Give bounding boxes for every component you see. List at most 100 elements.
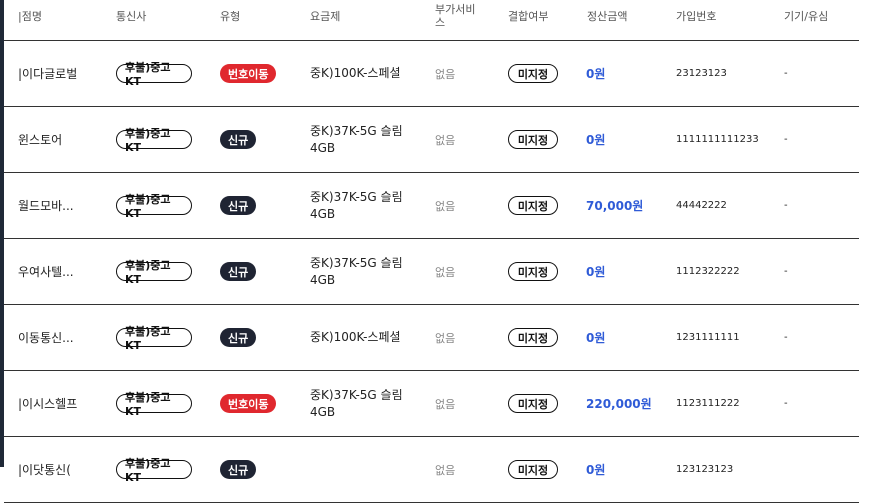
bundle-badge-cell: 미지정 bbox=[508, 173, 558, 238]
carrier-badge: 후불)중고KT bbox=[116, 391, 192, 418]
type-badge: 번호이동 bbox=[220, 64, 277, 83]
carrier-badge: 후불)중고KT bbox=[116, 61, 192, 88]
table-row[interactable]: |이닷통신( 후불)중고KT 신규 없음 미지정 0원 123123123 bbox=[4, 437, 859, 503]
store-name: |이닷통신( bbox=[18, 463, 71, 477]
plan-text: 중K)37K-5G 슬림 4GB bbox=[310, 255, 403, 289]
type-badge: 신규 bbox=[220, 460, 257, 479]
type-badge-cell: 신규 bbox=[220, 107, 257, 172]
header-bundle[interactable]: 결합여부 bbox=[508, 10, 548, 23]
carrier-badge-cell: 후불)중고KT bbox=[116, 107, 192, 172]
bundle-badge: 미지정 bbox=[508, 64, 558, 83]
plan-cell: 중K)100K-스페셜 bbox=[310, 305, 428, 370]
join-number: 1123111222 bbox=[676, 398, 740, 409]
join-number: 44442222 bbox=[676, 200, 727, 211]
table-row[interactable]: |이다글로벌 후불)중고KT 번호이동 중K)100K-스페셜 없음 미지정 0… bbox=[4, 41, 859, 107]
settlement-amount: 0원 bbox=[586, 67, 606, 81]
plan-line2: 4GB bbox=[310, 140, 336, 155]
addon-service: 없음 bbox=[435, 67, 456, 81]
plan-text: 중K)37K-5G 슬림 4GB bbox=[310, 189, 403, 223]
device-sim: - bbox=[784, 200, 788, 211]
type-badge: 신규 bbox=[220, 328, 257, 347]
store-name: 윈스토어 bbox=[18, 133, 63, 147]
plan-cell: 중K)37K-5G 슬림 4GB bbox=[310, 371, 428, 436]
store-name: |이시스헬프 bbox=[18, 397, 78, 411]
settlement-amount: 0원 bbox=[586, 265, 606, 279]
addon-service: 없음 bbox=[435, 199, 456, 213]
header-plan[interactable]: 요금제 bbox=[310, 10, 340, 23]
plan-line2: 4GB bbox=[310, 404, 336, 419]
bundle-badge-cell: 미지정 bbox=[508, 239, 558, 304]
bundle-badge-cell: 미지정 bbox=[508, 437, 558, 502]
type-badge: 신규 bbox=[220, 262, 257, 281]
header-store[interactable]: |점명 bbox=[18, 10, 42, 23]
carrier-badge-cell: 후불)중고KT bbox=[116, 371, 192, 436]
carrier-badge-cell: 후불)중고KT bbox=[116, 305, 192, 370]
carrier-badge: 후불)중고KT bbox=[116, 325, 192, 352]
type-badge-cell: 번호이동 bbox=[220, 41, 277, 106]
store-name: 월드모바... bbox=[18, 199, 74, 213]
carrier-badge: 후불)중고KT bbox=[116, 127, 192, 154]
plan-line1: 중K)100K-스페셜 bbox=[310, 330, 401, 344]
table-row[interactable]: 우여사텔... 후불)중고KT 신규 중K)37K-5G 슬림 4GB 없음 미… bbox=[4, 239, 859, 305]
bundle-badge: 미지정 bbox=[508, 262, 558, 281]
table-header: |점명 통신사 유형 요금제 부가서비 스 결합여부 정산금액 가입번호 기기/… bbox=[4, 0, 859, 41]
device-sim: - bbox=[784, 332, 788, 343]
type-badge-cell: 신규 bbox=[220, 437, 257, 502]
header-carrier[interactable]: 통신사 bbox=[116, 10, 146, 23]
settlement-amount: 0원 bbox=[586, 331, 606, 345]
header-addon-line1: 부가서비 bbox=[435, 3, 476, 16]
table-row[interactable]: 이동통신... 후불)중고KT 신규 중K)100K-스페셜 없음 미지정 0원… bbox=[4, 305, 859, 371]
bundle-badge-cell: 미지정 bbox=[508, 41, 558, 106]
carrier-badge: 후불)중고KT bbox=[116, 193, 192, 220]
table-row[interactable]: 월드모바... 후불)중고KT 신규 중K)37K-5G 슬림 4GB 없음 미… bbox=[4, 173, 859, 239]
plan-line2: 4GB bbox=[310, 206, 336, 221]
plan-line1: 중K)37K-5G 슬림 bbox=[310, 387, 403, 402]
device-sim: - bbox=[784, 266, 788, 277]
settlement-amount: 0원 bbox=[586, 133, 606, 147]
settlement-amount: 0원 bbox=[586, 463, 606, 477]
type-badge-cell: 번호이동 bbox=[220, 371, 277, 436]
contract-table: |점명 통신사 유형 요금제 부가서비 스 결합여부 정산금액 가입번호 기기/… bbox=[4, 0, 859, 503]
plan-cell bbox=[310, 437, 428, 502]
addon-service: 없음 bbox=[435, 331, 456, 345]
plan-text: 중K)100K-스페셜 bbox=[310, 329, 401, 346]
join-number: 1231111111 bbox=[676, 332, 740, 343]
type-badge-cell: 신규 bbox=[220, 305, 257, 370]
settlement-amount: 220,000원 bbox=[586, 397, 652, 411]
carrier-badge-cell: 후불)중고KT bbox=[116, 239, 192, 304]
carrier-badge: 후불)중고KT bbox=[116, 259, 192, 286]
join-number: 123123123 bbox=[676, 464, 734, 475]
plan-text: 중K)100K-스페셜 bbox=[310, 65, 401, 82]
carrier-badge: 후불)중고KT bbox=[116, 457, 192, 484]
type-badge: 번호이동 bbox=[220, 394, 277, 413]
header-type[interactable]: 유형 bbox=[220, 10, 240, 23]
plan-line1: 중K)100K-스페셜 bbox=[310, 66, 401, 80]
plan-line1: 중K)37K-5G 슬림 bbox=[310, 255, 403, 270]
join-number: 23123123 bbox=[676, 68, 727, 79]
addon-service: 없음 bbox=[435, 265, 456, 279]
table-row[interactable]: 윈스토어 후불)중고KT 신규 중K)37K-5G 슬림 4GB 없음 미지정 … bbox=[4, 107, 859, 173]
bundle-badge-cell: 미지정 bbox=[508, 371, 558, 436]
plan-line2: 4GB bbox=[310, 272, 336, 287]
bundle-badge: 미지정 bbox=[508, 328, 558, 347]
type-badge: 신규 bbox=[220, 130, 257, 149]
addon-service: 없음 bbox=[435, 397, 456, 411]
plan-cell: 중K)100K-스페셜 bbox=[310, 41, 428, 106]
addon-service: 없음 bbox=[435, 133, 456, 147]
table-body: |이다글로벌 후불)중고KT 번호이동 중K)100K-스페셜 없음 미지정 0… bbox=[4, 41, 859, 503]
carrier-badge-cell: 후불)중고KT bbox=[116, 173, 192, 238]
table-row[interactable]: |이시스헬프 후불)중고KT 번호이동 중K)37K-5G 슬림 4GB 없음 … bbox=[4, 371, 859, 437]
header-addon[interactable]: 부가서비 스 bbox=[435, 3, 475, 29]
header-device[interactable]: 기기/유심 bbox=[784, 10, 828, 23]
plan-text: 중K)37K-5G 슬림 4GB bbox=[310, 123, 403, 157]
plan-text: 중K)37K-5G 슬림 4GB bbox=[310, 387, 403, 421]
bundle-badge-cell: 미지정 bbox=[508, 305, 558, 370]
type-badge-cell: 신규 bbox=[220, 239, 257, 304]
addon-service: 없음 bbox=[435, 463, 456, 477]
bundle-badge: 미지정 bbox=[508, 460, 558, 479]
settlement-amount: 70,000원 bbox=[586, 199, 644, 213]
plan-cell: 중K)37K-5G 슬림 4GB bbox=[310, 173, 428, 238]
header-amount[interactable]: 정산금액 bbox=[587, 10, 627, 23]
header-join-no[interactable]: 가입번호 bbox=[676, 10, 716, 23]
device-sim: - bbox=[784, 134, 788, 145]
